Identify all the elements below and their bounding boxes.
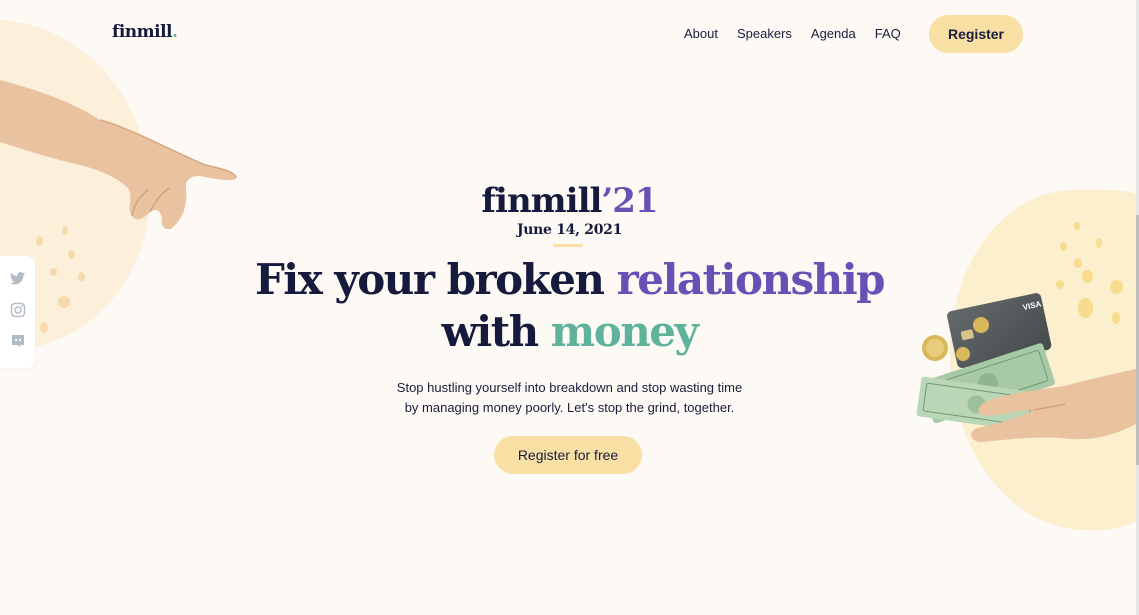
nav-link-faq[interactable]: FAQ [875,26,901,41]
headline-part1: Fix your broken [254,255,617,304]
decorative-dot [1060,242,1067,251]
date-underline-divider [553,244,583,247]
event-year: ’21 [601,181,658,221]
nav-link-about[interactable]: About [684,26,718,41]
hero-subtext-line1: Stop hustling yourself into breakdown an… [396,380,743,395]
logo-dot: . [172,22,178,42]
landing-page: VISA finmill. About Speakers Agenda FAQ … [0,0,1139,615]
hero-subtext: Stop hustling yourself into breakdown an… [0,378,1139,418]
register-for-free-button[interactable]: Register for free [494,436,642,474]
hero-subtext-line2: by managing money poorly. Let's stop the… [404,400,735,415]
nav-links: About Speakers Agenda FAQ [684,26,920,41]
decorative-dot [1096,238,1102,248]
register-button[interactable]: Register [929,15,1023,53]
event-date: June 14, 2021 [516,222,623,238]
headline-part2: with [441,307,551,356]
nav-link-speakers[interactable]: Speakers [737,26,792,41]
logo-text: finmill [112,22,173,42]
event-brand-title: finmill’21 [0,178,1139,224]
headline-highlight-relationship: relationship [616,255,886,304]
event-brand-name: finmill [481,181,602,221]
nav-link-agenda[interactable]: Agenda [811,26,856,41]
headline-highlight-money: money [550,307,699,356]
hero-headline: Fix your broken relationship with money [0,254,1139,358]
site-logo[interactable]: finmill. [112,22,178,42]
top-navigation: finmill. About Speakers Agenda FAQ Regis… [0,0,1139,70]
